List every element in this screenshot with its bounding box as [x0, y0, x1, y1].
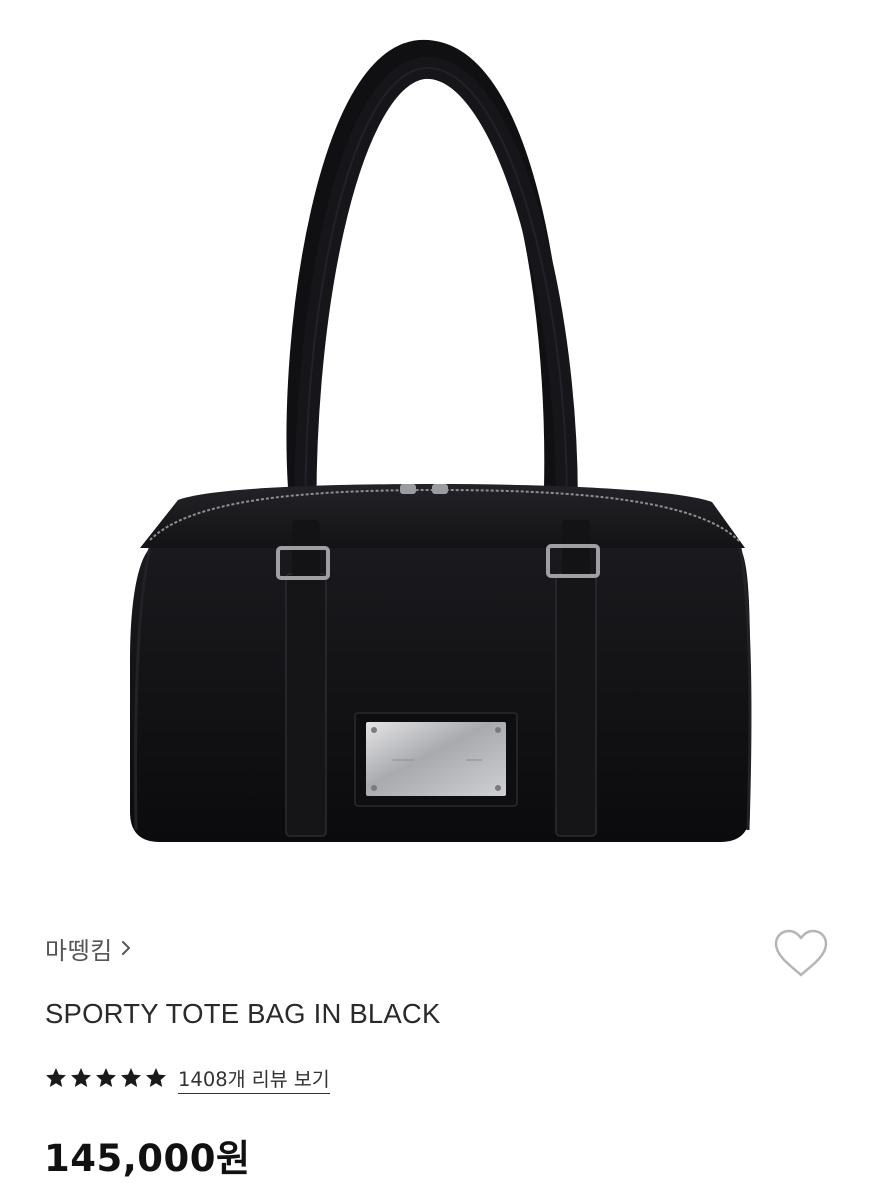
brand-name: 마뗑킴	[45, 936, 113, 965]
brand-link[interactable]: 마뗑킴	[45, 930, 131, 966]
wishlist-button[interactable]	[768, 924, 834, 984]
product-title: SPORTY TOTE BAG IN BLACK	[45, 998, 441, 1029]
rating-row: 1408개 리뷰 보기	[44, 1062, 330, 1094]
star-icon	[121, 1068, 141, 1087]
star-rating	[44, 1066, 168, 1090]
product-photo	[130, 39, 752, 842]
product-price: 145,000원	[44, 1137, 251, 1180]
review-link[interactable]: 1408개 리뷰 보기	[178, 1063, 330, 1094]
star-icon	[71, 1068, 91, 1087]
star-icon	[96, 1068, 116, 1087]
chevron-right-icon	[121, 941, 130, 955]
star-icon	[46, 1068, 66, 1087]
product-image[interactable]	[0, 0, 877, 900]
heart-outline-icon	[774, 929, 828, 977]
star-icon	[146, 1068, 166, 1087]
